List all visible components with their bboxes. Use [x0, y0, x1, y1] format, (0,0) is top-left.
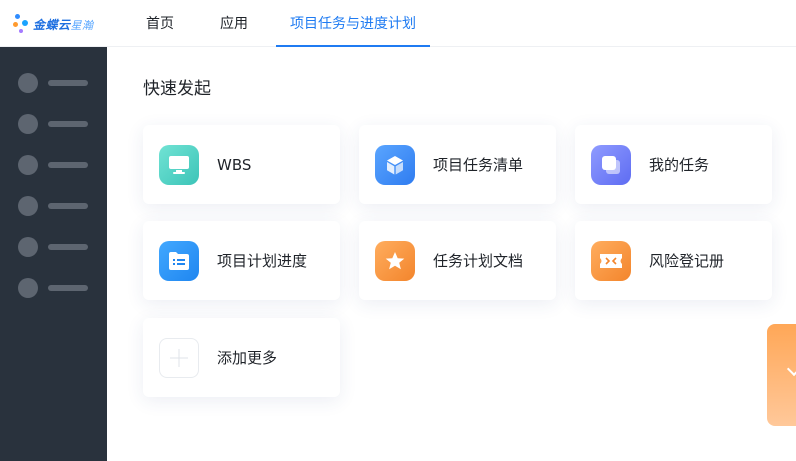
sidebar — [0, 47, 107, 461]
sidebar-item-4[interactable] — [18, 196, 90, 216]
nav-home[interactable]: 首页 — [130, 0, 190, 47]
monitor-icon — [159, 144, 199, 185]
quick-card-wbs[interactable]: WBS — [143, 125, 340, 204]
sidebar-dot-icon — [18, 155, 38, 175]
sidebar-placeholder-bar — [48, 121, 88, 127]
sidebar-dot-icon — [18, 114, 38, 134]
plus-icon — [159, 337, 199, 378]
quick-card-task-list[interactable]: 项目任务清单 — [359, 125, 556, 204]
sidebar-item-3[interactable] — [18, 155, 90, 175]
sidebar-item-2[interactable] — [18, 114, 90, 134]
sidebar-placeholder-bar — [48, 80, 88, 86]
ticket-icon — [591, 240, 631, 281]
floating-side-tab[interactable] — [767, 324, 796, 426]
nav-apps[interactable]: 应用 — [204, 0, 264, 47]
folder-list-icon — [159, 240, 199, 281]
sidebar-dot-icon — [18, 73, 38, 93]
stacked-square-icon — [591, 144, 631, 185]
sidebar-item-5[interactable] — [18, 237, 90, 257]
brand-sub-name: 星瀚 — [70, 18, 94, 32]
quick-card-add-more[interactable]: 添加更多 — [143, 318, 340, 397]
star-icon — [375, 240, 415, 281]
quick-card-label: 我的任务 — [649, 156, 710, 174]
chevron-down-icon — [786, 361, 796, 377]
sidebar-dot-icon — [18, 196, 38, 216]
top-bar: 金蝶云星瀚 首页 应用 项目任务与进度计划 — [0, 0, 796, 47]
top-nav: 首页 应用 项目任务与进度计划 — [130, 0, 430, 47]
quick-card-label: 项目任务清单 — [433, 156, 524, 174]
section-title: 快速发起 — [143, 79, 211, 99]
sidebar-item-1[interactable] — [18, 73, 90, 93]
sidebar-dot-icon — [18, 278, 38, 298]
quick-card-label: 任务计划文档 — [433, 252, 524, 270]
quick-card-label: 项目计划进度 — [217, 252, 308, 270]
quick-card-label: 风险登记册 — [649, 252, 725, 270]
sidebar-placeholder-bar — [48, 203, 88, 209]
quick-card-plan-docs[interactable]: 任务计划文档 — [359, 221, 556, 300]
sidebar-placeholder-bar — [48, 244, 88, 250]
nav-active-tab[interactable]: 项目任务与进度计划 — [276, 0, 430, 47]
quick-card-project-plan[interactable]: 项目计划进度 — [143, 221, 340, 300]
brand-name: 金蝶云星瀚 — [33, 17, 94, 32]
quick-card-label: 添加更多 — [217, 349, 278, 367]
sidebar-item-6[interactable] — [18, 278, 90, 298]
quick-card-risk-register[interactable]: 风险登记册 — [575, 221, 772, 300]
brand-logo[interactable]: 金蝶云星瀚 — [12, 12, 94, 36]
sidebar-placeholder-bar — [48, 285, 88, 291]
sidebar-dot-icon — [18, 237, 38, 257]
quick-card-my-tasks[interactable]: 我的任务 — [575, 125, 772, 204]
quick-card-label: WBS — [217, 155, 252, 174]
brand-mark-icon — [12, 13, 30, 35]
sidebar-placeholder-bar — [48, 162, 88, 168]
cube-icon — [375, 144, 415, 185]
